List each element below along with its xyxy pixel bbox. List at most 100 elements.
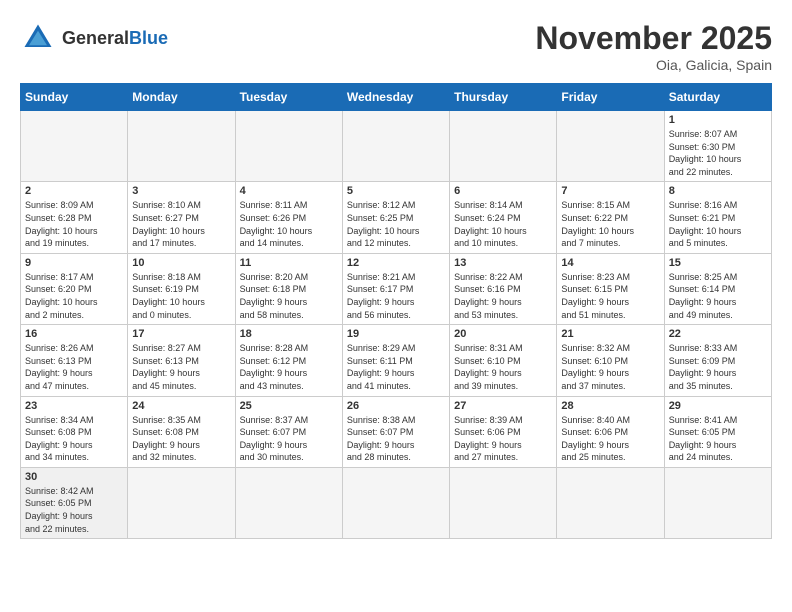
- day-number: 28: [561, 400, 659, 412]
- calendar-cell: [342, 111, 449, 182]
- calendar-cell: 1 Sunrise: 8:07 AM Sunset: 6:30 PM Daylig…: [664, 111, 771, 182]
- day-number: 22: [669, 328, 767, 340]
- day-number: 3: [132, 185, 230, 197]
- day-info: Sunrise: 8:31 AM Sunset: 6:10 PM Dayligh…: [454, 342, 552, 392]
- day-info: Sunrise: 8:20 AM Sunset: 6:18 PM Dayligh…: [240, 271, 338, 321]
- calendar-cell: 27 Sunrise: 8:39 AM Sunset: 6:06 PM Dayli…: [450, 396, 557, 467]
- weekday-header-row: SundayMondayTuesdayWednesdayThursdayFrid…: [21, 84, 772, 111]
- day-info: Sunrise: 8:07 AM Sunset: 6:30 PM Dayligh…: [669, 128, 767, 178]
- day-info: Sunrise: 8:16 AM Sunset: 6:21 PM Dayligh…: [669, 199, 767, 249]
- day-info: Sunrise: 8:17 AM Sunset: 6:20 PM Dayligh…: [25, 271, 123, 321]
- calendar-cell: 17 Sunrise: 8:27 AM Sunset: 6:13 PM Dayli…: [128, 325, 235, 396]
- week-row-1: 1 Sunrise: 8:07 AM Sunset: 6:30 PM Daylig…: [21, 111, 772, 182]
- calendar-cell: 5Sunrise: 8:12 AM Sunset: 6:25 PM Daylig…: [342, 182, 449, 253]
- calendar-cell: [235, 467, 342, 538]
- weekday-header-monday: Monday: [128, 84, 235, 111]
- day-info: Sunrise: 8:40 AM Sunset: 6:06 PM Dayligh…: [561, 414, 659, 464]
- weekday-header-saturday: Saturday: [664, 84, 771, 111]
- day-info: Sunrise: 8:25 AM Sunset: 6:14 PM Dayligh…: [669, 271, 767, 321]
- day-info: Sunrise: 8:34 AM Sunset: 6:08 PM Dayligh…: [25, 414, 123, 464]
- calendar-cell: [557, 111, 664, 182]
- calendar-cell: 16 Sunrise: 8:26 AM Sunset: 6:13 PM Dayli…: [21, 325, 128, 396]
- weekday-header-tuesday: Tuesday: [235, 84, 342, 111]
- day-info: Sunrise: 8:26 AM Sunset: 6:13 PM Dayligh…: [25, 342, 123, 392]
- day-info: Sunrise: 8:41 AM Sunset: 6:05 PM Dayligh…: [669, 414, 767, 464]
- day-number: 20: [454, 328, 552, 340]
- day-info: Sunrise: 8:21 AM Sunset: 6:17 PM Dayligh…: [347, 271, 445, 321]
- month-title: November 2025: [535, 20, 772, 57]
- calendar-cell: [128, 111, 235, 182]
- day-number: 8: [669, 185, 767, 197]
- calendar-cell: 18 Sunrise: 8:28 AM Sunset: 6:12 PM Dayli…: [235, 325, 342, 396]
- day-info: Sunrise: 8:23 AM Sunset: 6:15 PM Dayligh…: [561, 271, 659, 321]
- calendar-cell: 11Sunrise: 8:20 AM Sunset: 6:18 PM Dayli…: [235, 253, 342, 324]
- day-number: 18: [240, 328, 338, 340]
- calendar-cell: 10 Sunrise: 8:18 AM Sunset: 6:19 PM Dayli…: [128, 253, 235, 324]
- day-info: Sunrise: 8:39 AM Sunset: 6:06 PM Dayligh…: [454, 414, 552, 464]
- day-number: 13: [454, 257, 552, 269]
- day-number: 14: [561, 257, 659, 269]
- day-info: Sunrise: 8:15 AM Sunset: 6:22 PM Dayligh…: [561, 199, 659, 249]
- day-number: 17: [132, 328, 230, 340]
- day-number: 29: [669, 400, 767, 412]
- day-info: Sunrise: 8:37 AM Sunset: 6:07 PM Dayligh…: [240, 414, 338, 464]
- title-block: November 2025 Oia, Galicia, Spain: [535, 20, 772, 73]
- calendar: SundayMondayTuesdayWednesdayThursdayFrid…: [20, 83, 772, 539]
- week-row-3: 9 Sunrise: 8:17 AM Sunset: 6:20 PM Daylig…: [21, 253, 772, 324]
- calendar-cell: 28 Sunrise: 8:40 AM Sunset: 6:06 PM Dayli…: [557, 396, 664, 467]
- calendar-cell: [664, 467, 771, 538]
- calendar-cell: 26Sunrise: 8:38 AM Sunset: 6:07 PM Dayli…: [342, 396, 449, 467]
- calendar-cell: [450, 111, 557, 182]
- week-row-2: 2Sunrise: 8:09 AM Sunset: 6:28 PM Daylig…: [21, 182, 772, 253]
- day-info: Sunrise: 8:27 AM Sunset: 6:13 PM Dayligh…: [132, 342, 230, 392]
- day-number: 4: [240, 185, 338, 197]
- day-info: Sunrise: 8:11 AM Sunset: 6:26 PM Dayligh…: [240, 199, 338, 249]
- page-header: GeneralBlue November 2025 Oia, Galicia, …: [20, 20, 772, 73]
- calendar-cell: 24Sunrise: 8:35 AM Sunset: 6:08 PM Dayli…: [128, 396, 235, 467]
- day-info: Sunrise: 8:29 AM Sunset: 6:11 PM Dayligh…: [347, 342, 445, 392]
- day-number: 23: [25, 400, 123, 412]
- calendar-cell: [128, 467, 235, 538]
- day-number: 27: [454, 400, 552, 412]
- calendar-cell: [557, 467, 664, 538]
- day-info: Sunrise: 8:42 AM Sunset: 6:05 PM Dayligh…: [25, 485, 123, 535]
- day-info: Sunrise: 8:28 AM Sunset: 6:12 PM Dayligh…: [240, 342, 338, 392]
- calendar-cell: 7 Sunrise: 8:15 AM Sunset: 6:22 PM Daylig…: [557, 182, 664, 253]
- calendar-cell: 25 Sunrise: 8:37 AM Sunset: 6:07 PM Dayli…: [235, 396, 342, 467]
- day-number: 16: [25, 328, 123, 340]
- calendar-cell: 30Sunrise: 8:42 AM Sunset: 6:05 PM Dayli…: [21, 467, 128, 538]
- calendar-cell: 21Sunrise: 8:32 AM Sunset: 6:10 PM Dayli…: [557, 325, 664, 396]
- day-info: Sunrise: 8:12 AM Sunset: 6:25 PM Dayligh…: [347, 199, 445, 249]
- week-row-6: 30Sunrise: 8:42 AM Sunset: 6:05 PM Dayli…: [21, 467, 772, 538]
- calendar-cell: 15 Sunrise: 8:25 AM Sunset: 6:14 PM Dayli…: [664, 253, 771, 324]
- day-info: Sunrise: 8:18 AM Sunset: 6:19 PM Dayligh…: [132, 271, 230, 321]
- logo: GeneralBlue: [20, 20, 168, 56]
- day-number: 15: [669, 257, 767, 269]
- location: Oia, Galicia, Spain: [535, 57, 772, 73]
- day-number: 12: [347, 257, 445, 269]
- calendar-cell: 2Sunrise: 8:09 AM Sunset: 6:28 PM Daylig…: [21, 182, 128, 253]
- day-number: 10: [132, 257, 230, 269]
- day-number: 9: [25, 257, 123, 269]
- day-number: 1: [669, 114, 767, 126]
- day-number: 7: [561, 185, 659, 197]
- week-row-4: 16 Sunrise: 8:26 AM Sunset: 6:13 PM Dayli…: [21, 325, 772, 396]
- weekday-header-friday: Friday: [557, 84, 664, 111]
- day-info: Sunrise: 8:09 AM Sunset: 6:28 PM Dayligh…: [25, 199, 123, 249]
- day-info: Sunrise: 8:38 AM Sunset: 6:07 PM Dayligh…: [347, 414, 445, 464]
- calendar-cell: 19Sunrise: 8:29 AM Sunset: 6:11 PM Dayli…: [342, 325, 449, 396]
- day-info: Sunrise: 8:14 AM Sunset: 6:24 PM Dayligh…: [454, 199, 552, 249]
- calendar-cell: 29 Sunrise: 8:41 AM Sunset: 6:05 PM Dayli…: [664, 396, 771, 467]
- calendar-cell: 3Sunrise: 8:10 AM Sunset: 6:27 PM Daylig…: [128, 182, 235, 253]
- calendar-cell: 13Sunrise: 8:22 AM Sunset: 6:16 PM Dayli…: [450, 253, 557, 324]
- calendar-cell: [450, 467, 557, 538]
- weekday-header-thursday: Thursday: [450, 84, 557, 111]
- logo-text: GeneralBlue: [62, 28, 168, 49]
- calendar-cell: 9 Sunrise: 8:17 AM Sunset: 6:20 PM Daylig…: [21, 253, 128, 324]
- calendar-cell: 12 Sunrise: 8:21 AM Sunset: 6:17 PM Dayli…: [342, 253, 449, 324]
- day-number: 25: [240, 400, 338, 412]
- weekday-header-wednesday: Wednesday: [342, 84, 449, 111]
- day-number: 6: [454, 185, 552, 197]
- calendar-cell: [235, 111, 342, 182]
- calendar-cell: 6 Sunrise: 8:14 AM Sunset: 6:24 PM Daylig…: [450, 182, 557, 253]
